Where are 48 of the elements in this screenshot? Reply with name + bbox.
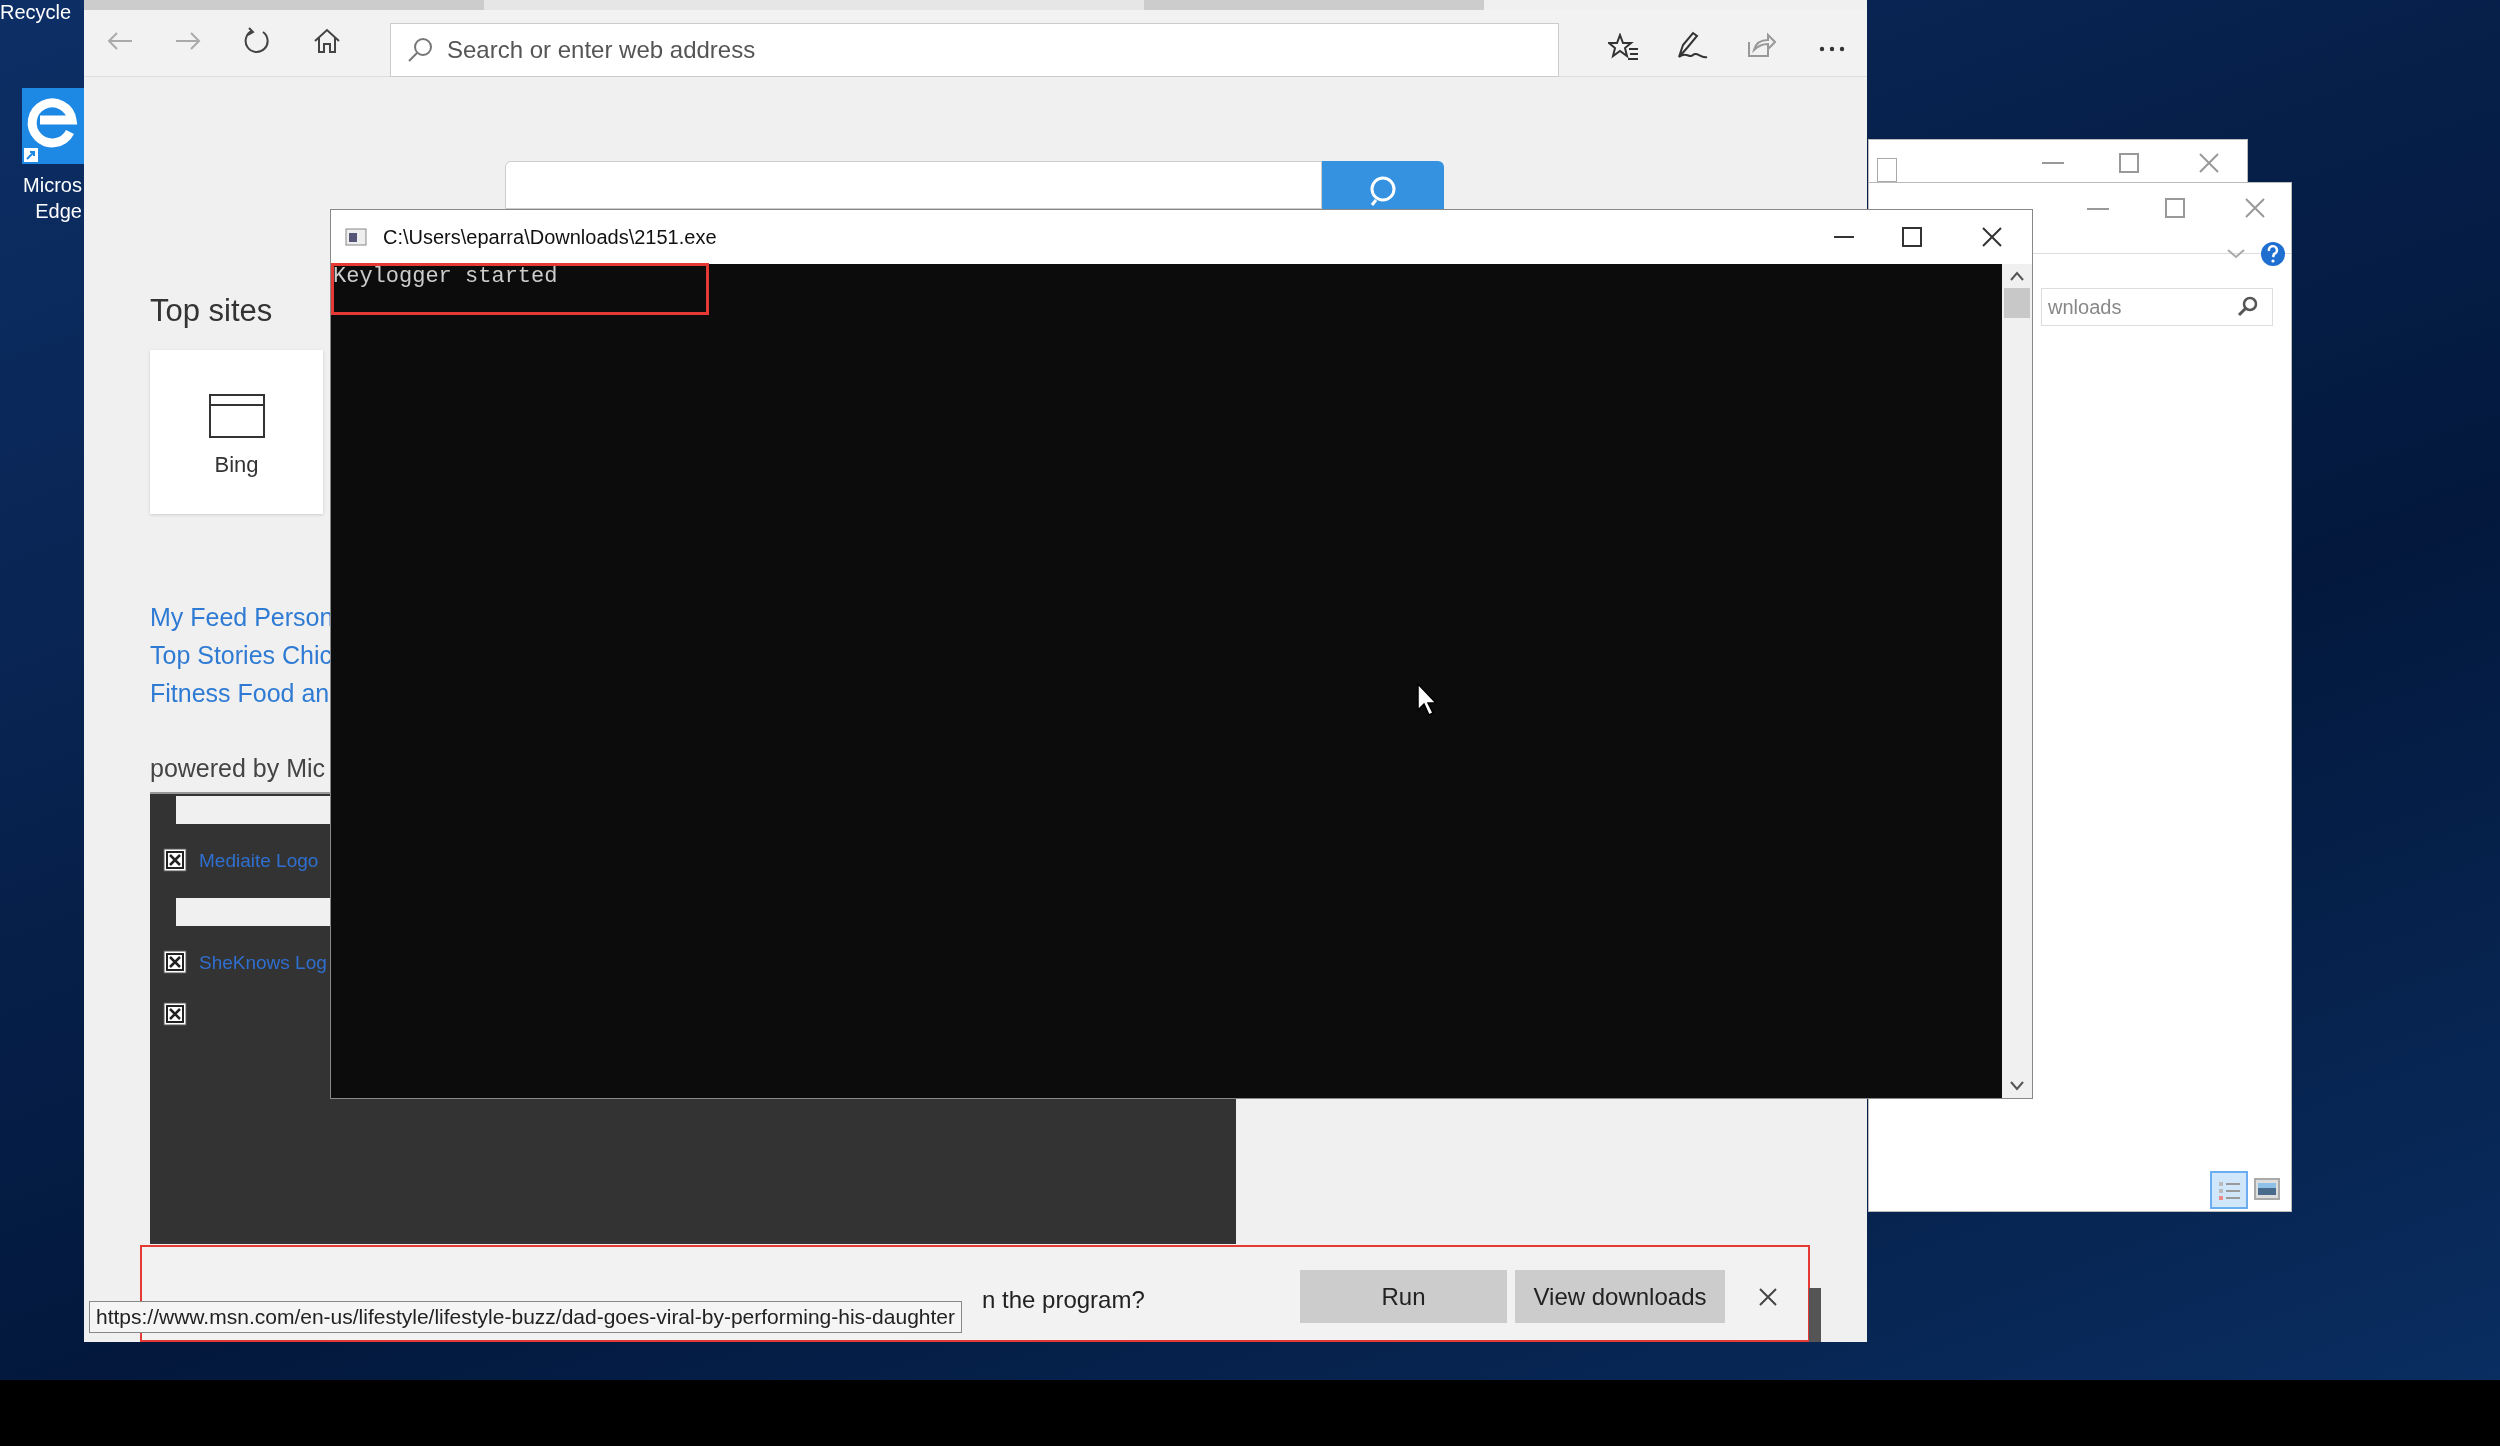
thumbnail-view-icon[interactable] xyxy=(2254,1178,2280,1200)
help-icon[interactable] xyxy=(2260,241,2286,267)
search-field[interactable]: wnloads xyxy=(2041,288,2273,326)
download-action-button[interactable]: View downloads xyxy=(1515,1270,1725,1323)
search-button[interactable] xyxy=(1322,161,1444,209)
chevron-down-icon[interactable] xyxy=(2227,249,2245,259)
top-site-tile[interactable]: Bing xyxy=(150,350,323,514)
forward-icon[interactable] xyxy=(174,30,202,52)
image-alt-link[interactable]: SheKnows Log xyxy=(199,948,327,978)
console-line: Keylogger started xyxy=(332,264,558,290)
status-tooltip: https://www.msn.com/en-us/lifestyle/lifestyle-buzz/dad-goes-viral-by-performing-his-daughter xyxy=(89,1301,962,1333)
address-bar[interactable]: Search or enter web address xyxy=(390,23,1559,77)
more-icon[interactable] xyxy=(1819,46,1845,52)
favorites-icon[interactable] xyxy=(1608,33,1640,61)
icon-label: Recycle xyxy=(0,0,72,24)
search-icon[interactable] xyxy=(2237,295,2259,317)
news-link[interactable]: Fitness Food an xyxy=(150,674,330,712)
image-alt-link[interactable]: Mediaite Logo xyxy=(199,846,319,876)
mouse-cursor-icon xyxy=(1417,683,1439,717)
maximize-icon[interactable] xyxy=(1902,227,1922,247)
window-icon xyxy=(208,394,265,438)
broken-image-icon xyxy=(163,848,187,874)
console-icon xyxy=(345,228,367,246)
search-box[interactable] xyxy=(505,161,1322,209)
window-title: C:\Users\eparra\Downloads\2151.exe xyxy=(383,225,717,250)
scroll-up-icon[interactable] xyxy=(2009,270,2025,282)
details-view-icon[interactable] xyxy=(2210,1171,2248,1209)
minimize-icon[interactable] xyxy=(1834,235,1854,239)
scrollbar-thumb[interactable] xyxy=(2004,288,2030,318)
broken-image-icon xyxy=(163,1002,187,1028)
icon-label: Micros Edge xyxy=(23,173,82,224)
section-heading: Top sites xyxy=(150,292,274,330)
broken-image-icon xyxy=(163,950,187,976)
download-message: n the program? xyxy=(982,1285,1145,1315)
close-icon[interactable] xyxy=(1758,1287,1778,1307)
close-icon[interactable] xyxy=(1982,227,2002,247)
refresh-icon[interactable] xyxy=(243,27,271,55)
pen-icon[interactable] xyxy=(1675,31,1709,61)
back-icon[interactable] xyxy=(106,30,134,52)
download-action-button[interactable]: Run xyxy=(1300,1270,1507,1323)
search-icon xyxy=(407,37,433,63)
home-icon[interactable] xyxy=(313,28,341,54)
browser-shortcut-icon[interactable] xyxy=(22,88,84,164)
scroll-down-icon[interactable] xyxy=(2009,1080,2025,1092)
scrollbar[interactable] xyxy=(1809,1288,1821,1342)
share-icon[interactable] xyxy=(1746,32,1776,58)
news-link[interactable]: Top Stories Chic xyxy=(150,636,333,674)
powered-by-text: powered by Mic xyxy=(150,753,326,784)
